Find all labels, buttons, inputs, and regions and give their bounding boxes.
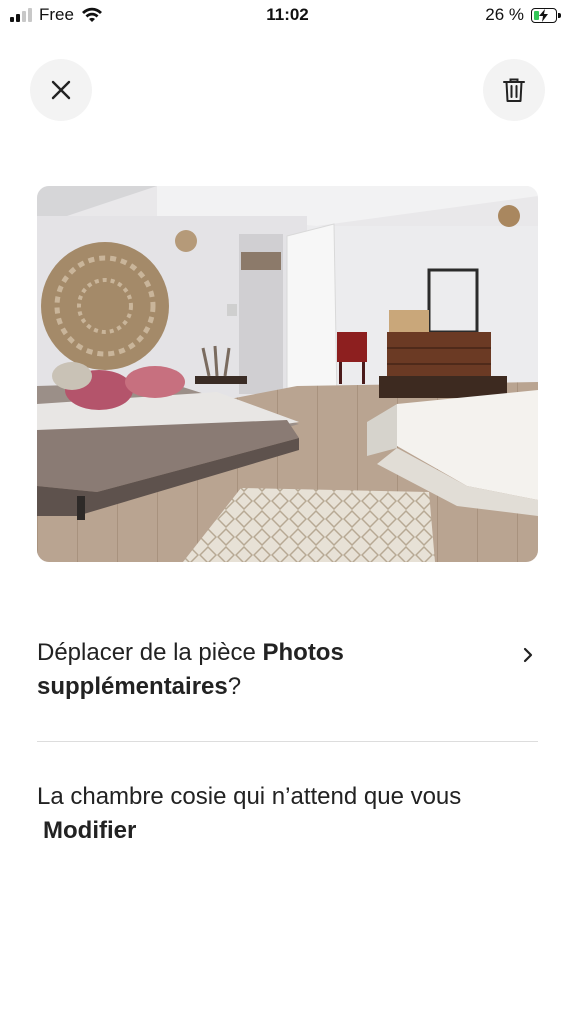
bedroom-photo[interactable] — [37, 186, 538, 562]
edit-caption-link[interactable]: Modifier — [43, 817, 136, 844]
move-to-room-text: Déplacer de la pièce Photos supplémentai… — [37, 636, 507, 704]
photo-detail-screen: Free 11:02 26 % Déplacer de la pièce Pho… — [0, 0, 575, 1024]
divider — [37, 741, 538, 742]
close-icon — [51, 80, 71, 100]
photo-caption: La chambre cosie qui n’attend que vous M… — [37, 780, 538, 848]
move-to-room-row[interactable]: Déplacer de la pièce Photos supplémentai… — [37, 636, 538, 704]
close-button[interactable] — [30, 59, 92, 121]
battery-percent: 26 % — [485, 5, 524, 24]
trash-icon — [503, 78, 525, 102]
battery-icon — [531, 7, 561, 23]
status-right: 26 % — [485, 5, 561, 25]
chevron-right-icon — [523, 647, 533, 663]
move-to-room-suffix: ? — [227, 673, 242, 700]
caption-text: La chambre cosie qui n’attend que vous — [37, 783, 462, 810]
bedroom-photo-illustration — [37, 186, 538, 562]
move-to-room-prefix: Déplacer de la pièce — [37, 639, 256, 666]
delete-button[interactable] — [483, 59, 545, 121]
status-bar: Free 11:02 26 % — [0, 0, 575, 32]
